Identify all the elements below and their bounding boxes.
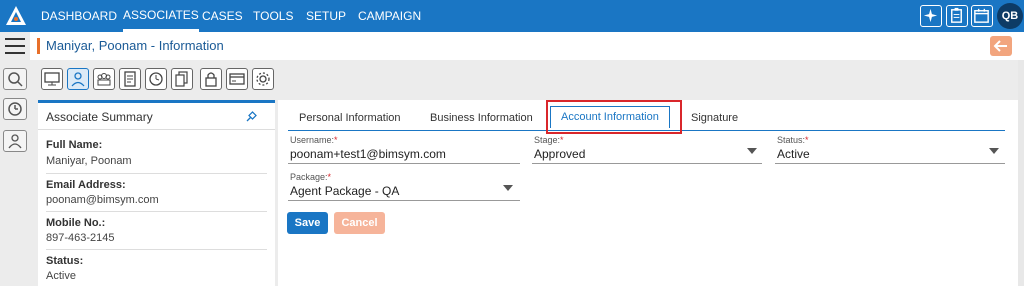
page-scrollbar[interactable] — [1018, 60, 1024, 286]
tab-signature[interactable]: Signature — [691, 110, 738, 132]
package-label: Package:* — [290, 172, 332, 182]
username-field[interactable]: poonam+test1@bimsym.com — [290, 147, 446, 161]
status-label: Status: — [46, 255, 84, 267]
package-underline — [288, 200, 520, 201]
mobile-label: Mobile No.: — [46, 217, 106, 229]
main-content-panel: Personal Information Business Informatio… — [278, 100, 1018, 286]
nav-associates[interactable]: ASSOCIATES — [123, 0, 199, 32]
stage-underline — [532, 163, 762, 164]
clipboard-icon[interactable] — [946, 5, 968, 27]
page-title-bar: Maniyar, Poonam - Information — [30, 32, 1024, 60]
status-underline — [775, 163, 1005, 164]
card-icon[interactable] — [226, 68, 248, 90]
username-label: Username:* — [290, 135, 338, 145]
nav-campaign[interactable]: CAMPAIGN — [358, 0, 421, 32]
document-icon[interactable] — [119, 68, 141, 90]
status-select[interactable]: Active — [777, 147, 810, 161]
nav-dashboard[interactable]: DASHBOARD — [41, 0, 117, 32]
chevron-down-icon[interactable] — [989, 148, 999, 154]
cancel-button[interactable]: Cancel — [334, 212, 385, 234]
divider — [46, 211, 267, 212]
lock-icon[interactable] — [200, 68, 222, 90]
tab-business-information[interactable]: Business Information — [430, 110, 533, 132]
stage-select[interactable]: Approved — [534, 147, 585, 161]
tab-personal-information[interactable]: Personal Information — [299, 110, 401, 132]
contacts-icon[interactable] — [3, 130, 27, 152]
divider — [46, 173, 267, 174]
user-icon[interactable] — [67, 68, 89, 90]
stage-label: Stage:* — [534, 135, 564, 145]
files-icon[interactable] — [171, 68, 193, 90]
save-button[interactable]: Save — [287, 212, 328, 234]
chevron-down-icon[interactable] — [747, 148, 757, 154]
mobile-value: 897-463-2145 — [46, 232, 115, 244]
nav-cases[interactable]: CASES — [202, 0, 243, 32]
gear-icon[interactable] — [252, 68, 274, 90]
monitor-icon[interactable] — [41, 68, 63, 90]
group-icon[interactable] — [93, 68, 115, 90]
email-label: Email Address: — [46, 179, 126, 191]
chevron-down-icon[interactable] — [503, 185, 513, 191]
email-value: poonam@bimsym.com — [46, 194, 159, 206]
user-avatar[interactable]: QB — [997, 3, 1023, 29]
pin-icon[interactable] — [245, 111, 257, 123]
status-value: Active — [46, 270, 76, 282]
username-underline — [288, 163, 520, 164]
top-navigation-bar: DASHBOARD ASSOCIATES CASES TOOLS SETUP C… — [0, 0, 1024, 32]
back-button[interactable] — [990, 36, 1012, 56]
calendar-icon[interactable] — [971, 5, 993, 27]
summary-header: Associate Summary — [38, 103, 275, 130]
search-icon[interactable] — [3, 68, 27, 90]
nav-tools[interactable]: TOOLS — [253, 0, 293, 32]
title-accent-bar — [37, 38, 40, 54]
associate-summary-panel: Associate Summary Full Name: Maniyar, Po… — [38, 100, 275, 286]
full-name-label: Full Name: — [46, 139, 103, 151]
app-logo-icon[interactable] — [4, 4, 28, 28]
arrow-left-icon — [993, 40, 1007, 52]
package-select[interactable]: Agent Package - QA — [290, 184, 399, 198]
status-field-label: Status:* — [777, 135, 809, 145]
clock-icon[interactable] — [145, 68, 167, 90]
page-title: Maniyar, Poonam - Information — [46, 38, 224, 53]
left-icon-rail — [0, 32, 30, 286]
full-name-value: Maniyar, Poonam — [46, 155, 132, 167]
highlight-box — [546, 100, 682, 134]
history-icon[interactable] — [3, 98, 27, 120]
summary-title: Associate Summary — [46, 110, 153, 124]
menu-icon[interactable] — [4, 36, 26, 56]
divider — [46, 249, 267, 250]
sparkle-icon[interactable] — [920, 5, 942, 27]
nav-setup[interactable]: SETUP — [306, 0, 346, 32]
